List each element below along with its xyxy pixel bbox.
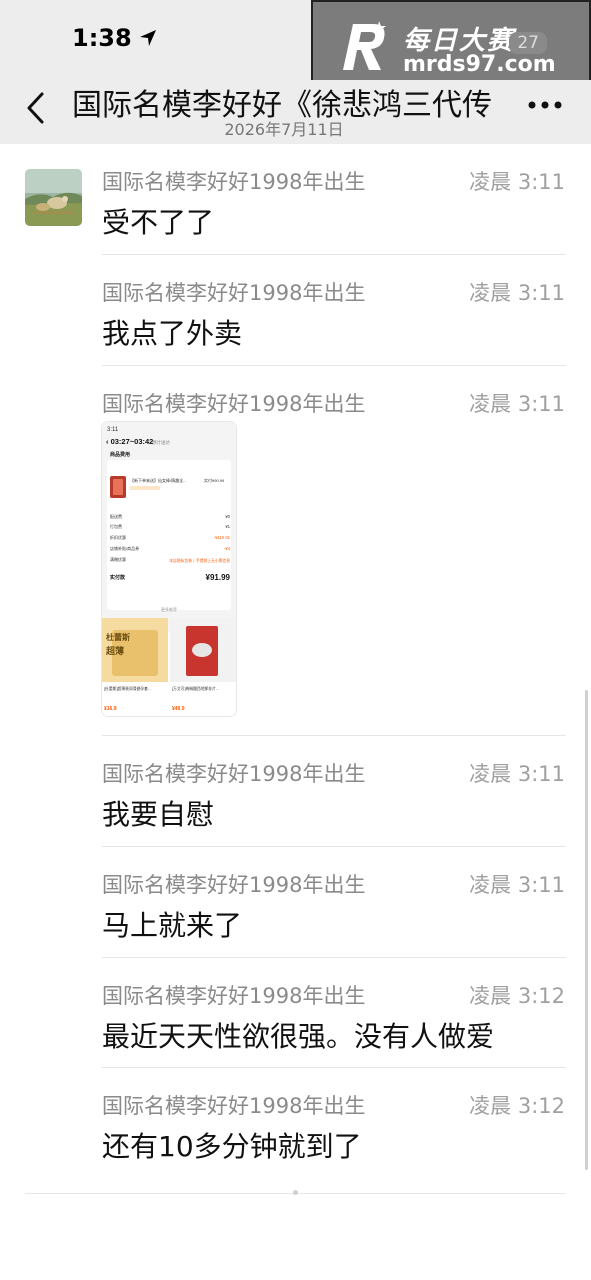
message-time: 凌晨 3:12 <box>469 1094 565 1118</box>
shot-section: 商品费用 <box>110 451 130 458</box>
shot-total-label: 实付款 <box>110 574 126 581</box>
message-text[interactable]: 还有10多分钟就到了 <box>102 1125 362 1165</box>
message-time: 凌晨 3:11 <box>469 170 565 194</box>
end-of-list-dot <box>293 1190 298 1195</box>
sender-name: 国际名模李好好1998年出生 <box>102 281 366 305</box>
message-image[interactable]: 3:11 ‹ 03:27~03:42 预计送达 商品费用 【新下单来送】仙女棒/… <box>102 422 236 716</box>
message-item[interactable]: 国际名模李好好1998年出生 凌晨 3:11 马上就来了 <box>0 847 591 958</box>
sender-name: 国际名模李好好1998年出生 <box>102 873 366 897</box>
message-text[interactable]: 最近天天性欲很强。没有人做爱 <box>102 1015 494 1055</box>
chat-header: 国际名模李好好《徐悲鸿三代传 2026年7月11日 <box>0 80 591 144</box>
svg-text:¥1: ¥1 <box>225 524 230 529</box>
scrollbar[interactable] <box>585 690 588 1170</box>
message-text[interactable]: 马上就来了 <box>102 904 242 944</box>
message-text[interactable]: 受不了了 <box>102 201 214 241</box>
chat-date: 2026年7月11日 <box>224 120 344 139</box>
message-time: 凌晨 3:11 <box>469 281 565 305</box>
message-item-image[interactable]: 国际名模李好好1998年出生 凌晨 3:11 3:11 ‹ 03:27~03:4… <box>0 366 591 736</box>
sender-name: 国际名模李好好1998年出生 <box>102 1094 366 1118</box>
svg-text:本店隐私包装丨手提袋上无小票信息: 本店隐私包装丨手提袋上无小票信息 <box>169 558 230 563</box>
message-text[interactable]: 我要自慰 <box>102 793 214 833</box>
svg-text:满赠优惠: 满赠优惠 <box>110 556 126 562</box>
svg-text:折扣优惠: 折扣优惠 <box>110 534 126 540</box>
avatar-painting-image <box>25 169 82 226</box>
shot-rec1-price: ¥16.9 <box>104 706 117 712</box>
message-time: 凌晨 3:11 <box>469 392 565 416</box>
avatar[interactable] <box>25 169 82 226</box>
shot-rec1-desc: [杜蕾斯]超薄装润滑避孕套... <box>104 686 151 691</box>
watermark-logo-icon <box>343 21 386 70</box>
shot-rec1-brand: 杜蕾斯 <box>106 632 130 642</box>
status-time: 1:38 <box>72 24 158 52</box>
svg-text:配送费: 配送费 <box>110 513 122 519</box>
shot-status-time: 3:11 <box>107 427 119 433</box>
shot-rec2-price: ¥49.9 <box>172 706 185 712</box>
svg-text:¥0: ¥0 <box>225 514 230 519</box>
shot-product-price: 实付¥90.99 <box>204 477 225 483</box>
shot-eta-suffix: 预计送达 <box>152 439 170 446</box>
svg-text:-¥110.01: -¥110.01 <box>214 535 231 540</box>
order-screenshot-image: 3:11 ‹ 03:27~03:42 预计送达 商品费用 【新下单来送】仙女棒/… <box>102 422 236 716</box>
svg-text:-¥4: -¥4 <box>224 546 231 551</box>
message-item[interactable]: 国际名模李好好1998年出生 凌晨 3:11 受不了了 <box>0 144 591 255</box>
message-time: 凌晨 3:12 <box>469 984 565 1008</box>
shot-product-name: 【新下单来送】仙女棒/情趣全... <box>130 477 186 483</box>
message-item[interactable]: 国际名模李好好1998年出生 凌晨 3:12 还有10多分钟就到了 <box>0 1068 591 1178</box>
shot-rec1-title: 超薄 <box>105 645 124 656</box>
message-item[interactable]: 国际名模李好好1998年出生 凌晨 3:11 我点了外卖 <box>0 255 591 366</box>
shot-more-label: 更多推荐 <box>161 606 177 612</box>
status-time-text: 1:38 <box>72 24 132 52</box>
message-item[interactable]: 国际名模李好好1998年出生 凌晨 3:11 我要自慰 <box>0 736 591 847</box>
more-options-icon[interactable] <box>527 100 563 110</box>
message-text[interactable]: 我点了外卖 <box>102 312 242 352</box>
shot-eta: ‹ 03:27~03:42 <box>106 437 153 446</box>
sender-name: 国际名模李好好1998年出生 <box>102 170 366 194</box>
svg-text:店铺补贴/商品券: 店铺补贴/商品券 <box>110 545 139 551</box>
sender-name: 国际名模李好好1998年出生 <box>102 762 366 786</box>
message-item[interactable]: 国际名模李好好1998年出生 凌晨 3:12 最近天天性欲很强。没有人做爱 <box>0 958 591 1068</box>
message-time: 凌晨 3:11 <box>469 762 565 786</box>
watermark-badge: 27 <box>509 32 547 54</box>
watermark-url: mrds97.com <box>403 52 556 77</box>
svg-text:打包费: 打包费 <box>110 523 122 529</box>
sender-name: 国际名模李好好1998年出生 <box>102 984 366 1008</box>
shot-rec2-desc: [万艾可]枸橼酸西地那非片... <box>172 686 219 691</box>
location-arrow-icon <box>139 30 156 46</box>
sender-name: 国际名模李好好1998年出生 <box>102 392 366 416</box>
shot-total-value: ¥91.99 <box>206 573 231 582</box>
message-time: 凌晨 3:11 <box>469 873 565 897</box>
